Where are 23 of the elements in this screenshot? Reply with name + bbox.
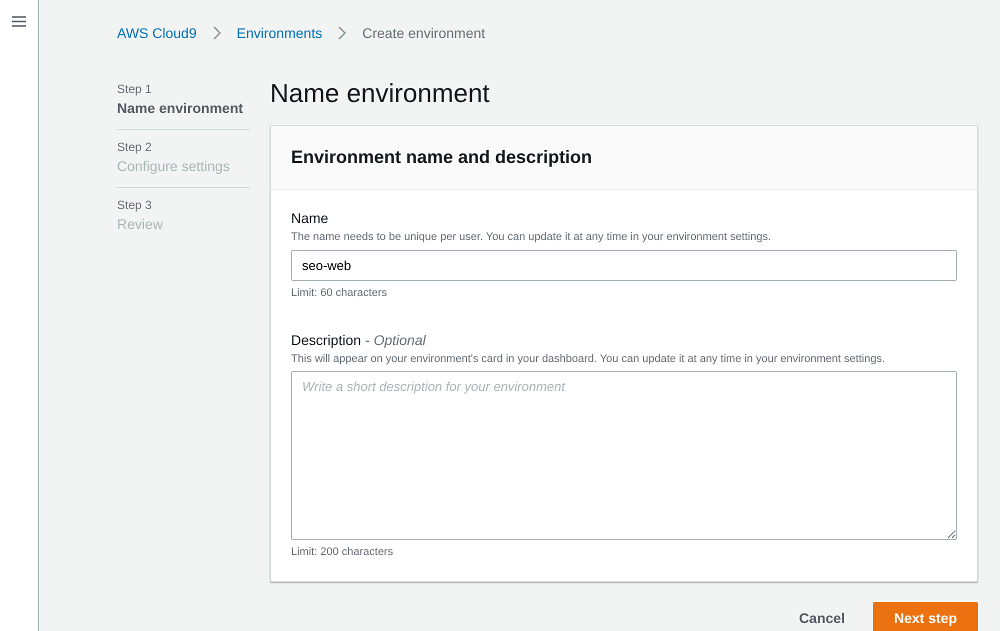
- optional-label: - Optional: [365, 330, 426, 350]
- next-step-button[interactable]: Next step: [872, 602, 978, 631]
- breadcrumb-current: Create environment: [362, 24, 486, 42]
- description-field[interactable]: Write a short description for your environment: [291, 371, 957, 540]
- menu-icon[interactable]: [12, 16, 26, 27]
- character-limit: Limit: 200 characters: [291, 545, 394, 560]
- breadcrumb-link[interactable]: AWS Cloud9: [117, 22, 197, 44]
- step-number: Step 1: [117, 81, 153, 98]
- field-label: Description: [291, 330, 362, 350]
- step-number: Step 3: [117, 197, 153, 214]
- card-title: Environment name and description: [271, 126, 977, 190]
- character-limit: Limit: 60 characters: [291, 286, 388, 302]
- field-hint: This will appear on your environment's card in your dashboard. You can update it at any time in your environment settings.: [291, 352, 886, 367]
- chevron-right-icon: [212, 26, 221, 40]
- name-field[interactable]: seo-web: [291, 250, 957, 282]
- cancel-button[interactable]: Cancel: [779, 602, 865, 631]
- page-title: Name environment: [270, 78, 491, 110]
- chevron-right-icon: [338, 26, 346, 40]
- step-number: Step 2: [117, 139, 153, 156]
- breadcrumb-link[interactable]: Environments: [236, 22, 322, 44]
- field-hint: The name needs to be unique per user. You can update it at any time in your environment settings.: [291, 230, 772, 246]
- step-label[interactable]: Name environment: [117, 98, 250, 119]
- field-label: Name: [291, 209, 328, 228]
